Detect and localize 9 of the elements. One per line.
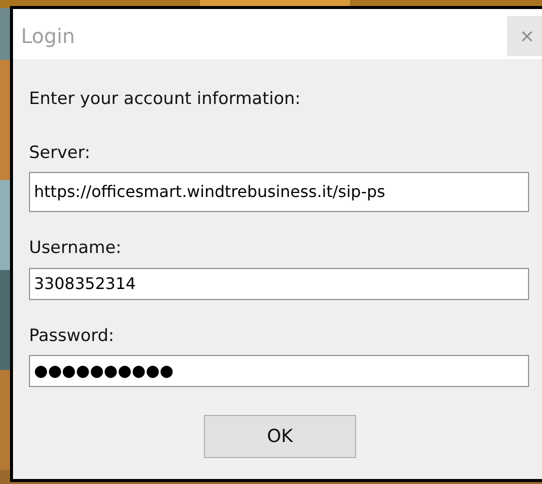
field-label: Password:	[29, 324, 114, 348]
window-title: Login	[21, 23, 75, 50]
ok-button[interactable]: OK	[204, 415, 356, 458]
instruction-text: Enter your account information:	[29, 88, 302, 111]
field-label: Username:	[29, 237, 122, 260]
field-label: Server:	[29, 142, 90, 164]
input-field[interactable]: 3308352314	[29, 268, 529, 300]
input-field[interactable]: https://officesmart.windtrebusiness.it/sip-ps	[29, 172, 529, 212]
input-field[interactable]: ●●●●●●●●●●	[29, 355, 529, 387]
